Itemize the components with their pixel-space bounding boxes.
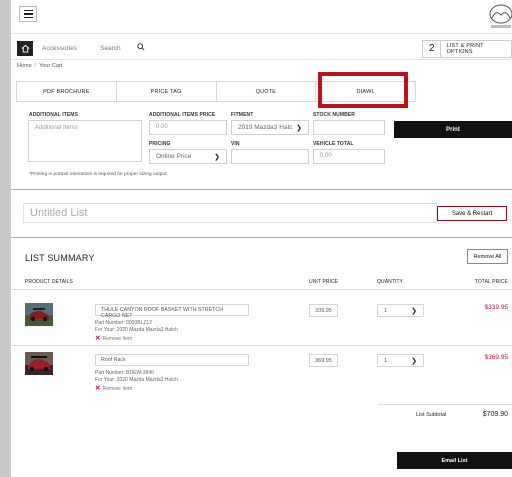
page: Accessories Search 2 LIST & PRINT OPTION… xyxy=(11,0,512,477)
close-icon: ✕ xyxy=(95,385,101,392)
quantity-value: 1 xyxy=(384,307,388,314)
fitment-value: 2019 Mazda3 Hatc xyxy=(238,124,293,131)
magnifier-icon[interactable] xyxy=(137,43,145,51)
vin-field[interactable] xyxy=(231,149,309,164)
list-name-input[interactable]: Untitled List xyxy=(23,203,437,223)
remove-item-label: Remove Item xyxy=(102,386,133,392)
chevron-down-icon: ❯ xyxy=(296,124,302,132)
remove-all-button[interactable]: Remove All xyxy=(467,249,508,264)
breadcrumb-home[interactable]: Home xyxy=(17,63,32,69)
product-part-number: Part Number: 0000BLZ12 xyxy=(95,320,152,326)
save-restart-button[interactable]: Save & Restart xyxy=(437,206,507,221)
tab-highlight-box xyxy=(318,72,408,108)
breadcrumb: Home / Your Cart xyxy=(17,63,63,69)
product-fitment: For Your: 2020 Mazda Mazda3 Hatch xyxy=(95,327,178,333)
stock-number-label: STOCK NUMBER xyxy=(313,112,355,118)
pricing-value: Online Price xyxy=(156,153,192,160)
cart-label: LIST & PRINT OPTIONS xyxy=(446,43,484,55)
chevron-down-icon: ❯ xyxy=(411,357,417,365)
print-button[interactable]: Print xyxy=(394,121,512,138)
additional-items-label: ADDITIONAL ITEMS xyxy=(29,112,79,118)
fitment-select[interactable]: 2019 Mazda3 Hatc ❯ xyxy=(231,120,309,135)
pricing-select[interactable]: Online Price ❯ xyxy=(149,149,227,164)
tab-pdf-brochure[interactable]: PDF BROCHURE xyxy=(17,82,117,101)
col-total-price: TOTAL PRICE xyxy=(474,279,508,285)
row-divider xyxy=(11,345,512,346)
stock-number-field[interactable] xyxy=(313,120,385,135)
remove-item-label: Remove Item xyxy=(102,336,133,342)
fitment-label: FITMENT xyxy=(231,112,254,118)
quantity-select[interactable]: 1 ❯ xyxy=(377,354,424,367)
list-summary-title: LIST SUMMARY xyxy=(25,253,95,263)
cart-button[interactable]: 2 LIST & PRINT OPTIONS xyxy=(422,40,512,58)
breadcrumb-current: Your Cart xyxy=(39,63,63,69)
product-name-field[interactable]: THULE CANYON ROOF BASKET WITH STRETCH CA… xyxy=(95,304,249,319)
print-orientation-note: *Printing in portrait orientation is req… xyxy=(29,172,168,177)
remove-item-button[interactable]: ✕ Remove Item xyxy=(95,384,132,392)
cart-count: 2 xyxy=(423,41,441,57)
hamburger-icon[interactable] xyxy=(19,6,37,22)
home-button[interactable] xyxy=(17,41,33,56)
additional-price-label: ADDITIONAL ITEMS PRICE xyxy=(149,112,216,118)
nav-accessories[interactable]: Accessories xyxy=(42,45,77,52)
header-divider xyxy=(11,289,512,290)
col-quantity: QUANTITY xyxy=(377,279,404,285)
quantity-select[interactable]: 1 ❯ xyxy=(377,304,424,317)
col-unit-price: UNIT PRICE xyxy=(309,279,339,285)
nav-search[interactable]: Search xyxy=(100,45,121,52)
tab-price-tag[interactable]: PRICE TAG xyxy=(117,82,217,101)
email-list-button[interactable]: Email List xyxy=(397,452,512,469)
vehicle-total-field[interactable]: 0.00 xyxy=(313,149,385,164)
top-bar xyxy=(11,0,512,34)
col-product-details: PRODUCT DETAILS xyxy=(25,279,73,285)
remove-item-button[interactable]: ✕ Remove Item xyxy=(95,334,132,342)
subtotal-divider xyxy=(378,404,512,405)
vin-label: VIN xyxy=(231,141,240,147)
additional-items-field[interactable]: Additional Items xyxy=(28,120,142,162)
item-total-price: $369.95 xyxy=(484,354,509,361)
vehicle-total-label: VEHICLE TOTAL xyxy=(313,141,354,147)
product-image[interactable] xyxy=(25,352,53,375)
unit-price-field[interactable]: 339.95 xyxy=(309,304,338,317)
chevron-down-icon: ❯ xyxy=(214,153,220,161)
mazda-logo[interactable] xyxy=(482,2,512,32)
section-divider xyxy=(11,189,512,190)
item-total-price: $339.95 xyxy=(484,304,509,311)
chevron-down-icon: ❯ xyxy=(411,307,417,315)
product-fitment: For Your: 2020 Mazda Mazda3 Hatch xyxy=(95,377,178,383)
product-image[interactable] xyxy=(25,303,53,326)
tab-quote[interactable]: QUOTE xyxy=(217,82,317,101)
product-part-number: Part Number: BDEW-3840 xyxy=(95,370,154,376)
list-subtotal-label: List Subtotal xyxy=(416,412,447,418)
pricing-label: PRICING xyxy=(149,141,171,147)
home-icon xyxy=(21,44,29,53)
product-name-field[interactable]: Roof Rack xyxy=(95,354,249,366)
quantity-value: 1 xyxy=(384,357,388,364)
list-subtotal-value: $709.90 xyxy=(482,411,508,418)
close-icon: ✕ xyxy=(95,335,101,342)
additional-price-field[interactable]: 0.00 xyxy=(149,120,227,135)
unit-price-field[interactable]: 369.95 xyxy=(309,354,338,367)
section-divider xyxy=(11,237,512,238)
nav-bar: Accessories Search 2 LIST & PRINT OPTION… xyxy=(11,38,512,60)
